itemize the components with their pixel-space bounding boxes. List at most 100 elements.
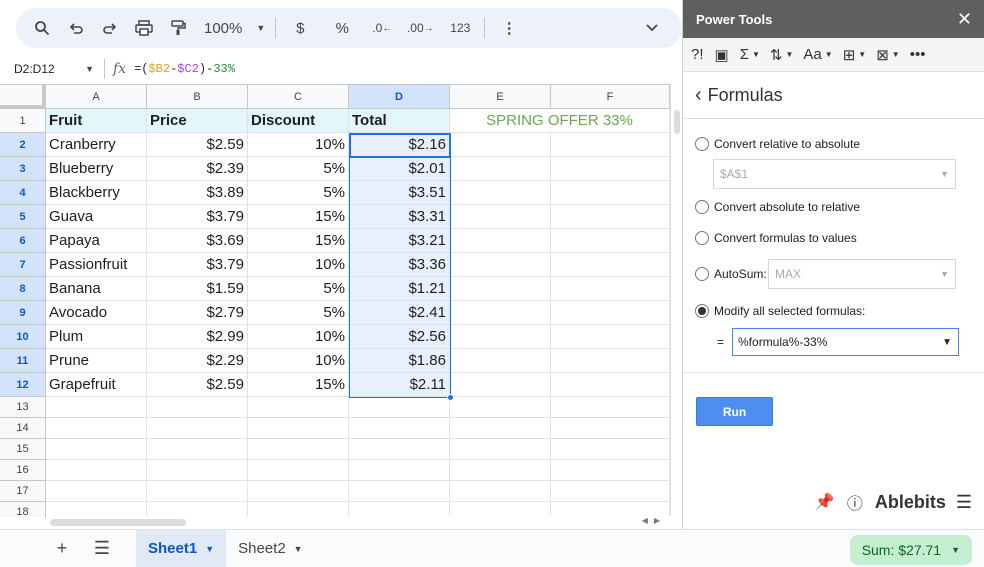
cell[interactable] [551,418,670,439]
cell[interactable] [551,481,670,502]
cell[interactable] [450,133,551,157]
cell[interactable] [450,181,551,205]
column-header[interactable]: A [46,85,147,109]
cell[interactable]: $3.79 [147,253,248,277]
row-header[interactable]: 5 [0,205,46,229]
cell[interactable] [349,418,450,439]
cell[interactable]: $2.41 [349,301,450,325]
cell[interactable] [551,373,670,397]
cell[interactable]: Total [349,109,450,133]
redo-icon[interactable] [96,14,124,42]
radio-button[interactable] [695,200,709,214]
sort-icon[interactable]: ⇅ [770,46,783,64]
more-vert-icon[interactable]: ⋮ [495,14,523,42]
cell[interactable] [450,205,551,229]
radio-button[interactable] [695,137,709,151]
sheet-tab-sheet1[interactable]: Sheet1 ▼ [136,529,227,567]
cell[interactable] [450,481,551,502]
cell[interactable] [450,349,551,373]
cell[interactable]: $2.01 [349,157,450,181]
sum-indicator[interactable]: Sum: $27.71 ▼ [849,535,972,565]
cell[interactable] [46,397,147,418]
split-icon[interactable]: ⊞ [843,46,856,64]
cell[interactable]: $1.21 [349,277,450,301]
cell[interactable] [551,253,670,277]
cell[interactable]: Plum [46,325,147,349]
data-icon[interactable]: ▣ [715,46,729,64]
row-header[interactable]: 4 [0,181,46,205]
close-icon[interactable]: ✕ [957,9,972,30]
cell[interactable]: 5% [248,301,349,325]
cell[interactable] [147,481,248,502]
cell[interactable] [248,397,349,418]
search-icon[interactable] [28,14,56,42]
run-button[interactable]: Run [696,397,773,426]
undo-icon[interactable] [62,14,90,42]
info-icon[interactable]: ⓘ [847,490,863,514]
cell[interactable]: Discount [248,109,349,133]
spreadsheet-grid[interactable]: A B C D E F 1 Fruit Price Discount Total SPRING OFF… [0,84,670,518]
menu-icon[interactable]: ☰ [956,492,972,513]
cell[interactable]: $3.31 [349,205,450,229]
cell[interactable] [248,439,349,460]
cell[interactable] [551,229,670,253]
autosum-select[interactable]: MAX ▼ [768,259,956,289]
row-header[interactable]: 3 [0,157,46,181]
cell[interactable] [551,133,670,157]
print-icon[interactable] [130,14,158,42]
cell[interactable]: 10% [248,253,349,277]
cell[interactable]: $3.36 [349,253,450,277]
cell[interactable]: $1.86 [349,349,450,373]
cell[interactable] [551,397,670,418]
cell[interactable] [147,439,248,460]
vertical-scrollbar[interactable] [670,84,682,518]
row-header[interactable]: 9 [0,301,46,325]
chevron-down-icon[interactable]: ▼ [942,337,952,348]
column-header[interactable]: C [248,85,349,109]
cell[interactable]: $2.56 [349,325,450,349]
cell[interactable] [248,418,349,439]
name-box[interactable]: D2:D12 ▼ [0,57,100,81]
cell[interactable]: 10% [248,133,349,157]
sigma-icon[interactable]: Σ [740,46,749,63]
cell[interactable] [551,325,670,349]
cell[interactable] [248,460,349,481]
more-icon[interactable]: ••• [910,46,926,63]
column-header[interactable]: F [551,85,670,109]
chevron-down-icon[interactable]: ▼ [858,50,866,59]
spring-offer-cell[interactable]: SPRING OFFER 33% [450,109,670,133]
cell[interactable] [450,397,551,418]
add-sheet-icon[interactable]: + [48,535,76,563]
scrollbar-thumb[interactable] [50,519,186,526]
find-replace-icon[interactable]: ?! [691,46,704,63]
cell[interactable] [450,277,551,301]
cell[interactable] [551,181,670,205]
chevron-down-icon[interactable]: ▼ [294,544,303,554]
formula-input[interactable]: =($B2-$C2)-33% [134,62,235,76]
cell[interactable]: 15% [248,373,349,397]
row-header[interactable]: 13 [0,397,46,418]
cell[interactable]: Cranberry [46,133,147,157]
cell[interactable] [147,397,248,418]
cell[interactable]: $1.59 [147,277,248,301]
radio-button[interactable] [695,267,709,281]
cell[interactable]: Blueberry [46,157,147,181]
cell[interactable]: $2.11 [349,373,450,397]
row-header[interactable]: 16 [0,460,46,481]
paint-format-icon[interactable] [164,14,192,42]
cell[interactable]: 10% [248,349,349,373]
option-abs-to-rel[interactable]: Convert absolute to relative [695,200,860,214]
row-header[interactable]: 17 [0,481,46,502]
cell[interactable] [450,301,551,325]
row-header[interactable]: 1 [0,109,46,133]
chevron-down-icon[interactable]: ▼ [752,50,760,59]
row-header[interactable]: 15 [0,439,46,460]
horizontal-scrollbar[interactable]: ◀▶ [46,516,682,528]
cell[interactable] [147,418,248,439]
cell[interactable] [147,460,248,481]
cell[interactable] [450,253,551,277]
row-header[interactable]: 6 [0,229,46,253]
pin-icon[interactable]: 📌 [815,492,835,512]
row-header[interactable]: 14 [0,418,46,439]
cell[interactable] [450,418,551,439]
